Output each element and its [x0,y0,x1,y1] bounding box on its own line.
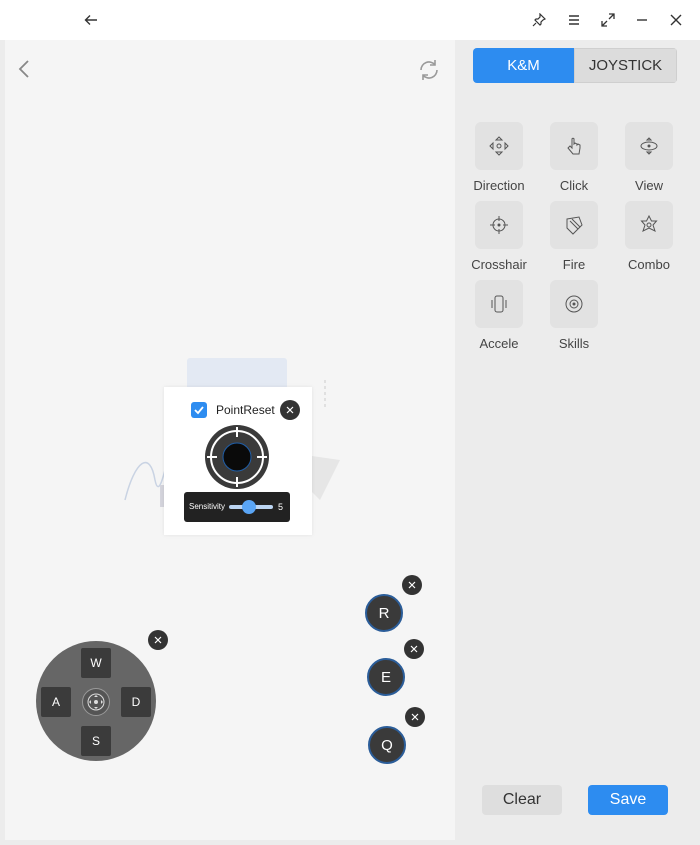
expand-icon[interactable] [596,8,620,32]
dpad-key-left[interactable]: A [41,687,71,717]
skill-key-r[interactable]: R [365,594,403,632]
refresh-icon[interactable] [417,58,441,87]
tool-direction[interactable]: Direction [461,122,537,193]
sensitivity-label: Sensitivity [189,502,226,511]
direction-icon [489,136,509,156]
tool-label: View [635,178,663,193]
sensitivity-value: 5 [278,502,284,512]
tool-label: Skills [558,336,590,351]
sensitivity-slider-panel: Sensitivity 5 [184,492,290,522]
popup-close-button[interactable] [280,400,300,420]
view-icon [640,137,658,155]
tool-fire[interactable]: Fire [536,201,612,272]
crosshair-icon[interactable] [205,425,269,489]
save-button[interactable]: Save [588,785,668,815]
tool-crosshair[interactable]: Crosshair [461,201,537,272]
close-icon [154,636,162,644]
tool-label: Accele [479,336,519,351]
control-panel: K&M JOYSTICK Direction Click View Crossh… [455,40,700,845]
skill-q-close-button[interactable] [405,707,425,727]
tool-label: Click [559,178,589,193]
mapping-canvas[interactable]: No PointReset Sensitivity 5 R E [5,40,455,840]
accelerometer-icon [491,295,507,313]
click-icon [567,137,581,155]
clear-button[interactable]: Clear [482,785,562,815]
combo-icon [640,214,658,232]
direction-pad[interactable]: W A D S [36,641,156,761]
skill-r-close-button[interactable] [402,575,422,595]
tool-label: Combo [628,257,670,272]
minimize-icon[interactable] [630,8,654,32]
tool-accelerometer[interactable]: Accele [461,280,537,351]
skill-key-q[interactable]: Q [368,726,406,764]
chevron-left-icon[interactable] [17,58,31,85]
checkmark-icon [194,406,204,415]
crosshair-icon [490,216,508,234]
tool-combo[interactable]: Combo [611,201,687,272]
sensitivity-thumb[interactable] [242,500,256,514]
dpad-key-down[interactable]: S [81,726,111,756]
point-reset-label: PointReset [216,403,275,417]
close-icon [410,645,418,653]
tab-joystick[interactable]: JOYSTICK [574,48,677,83]
title-bar [0,0,700,40]
close-icon [411,713,419,721]
tool-skills[interactable]: Skills [536,280,612,351]
tool-label: Crosshair [471,257,527,272]
skill-key-e[interactable]: E [367,658,405,696]
mode-tabs: K&M JOYSTICK [473,48,677,83]
tool-click[interactable]: Click [536,122,612,193]
tool-view[interactable]: View [611,122,687,193]
dpad-close-button[interactable] [148,630,168,650]
back-arrow-icon[interactable] [79,8,103,32]
skills-icon [565,295,583,313]
tool-label: Fire [562,257,586,272]
tab-km[interactable]: K&M [473,48,574,83]
dpad-center-icon [82,688,110,716]
fire-icon [566,216,583,235]
tool-label: Direction [473,178,525,193]
dpad-key-right[interactable]: D [121,687,151,717]
menu-icon[interactable] [562,8,586,32]
skill-e-close-button[interactable] [404,639,424,659]
close-icon [286,406,294,414]
close-icon [408,581,416,589]
close-icon[interactable] [664,8,688,32]
point-reset-checkbox[interactable] [191,402,207,418]
crosshair-config-popup: PointReset Sensitivity 5 [164,387,312,535]
dpad-key-up[interactable]: W [81,648,111,678]
pin-icon[interactable] [527,8,551,32]
